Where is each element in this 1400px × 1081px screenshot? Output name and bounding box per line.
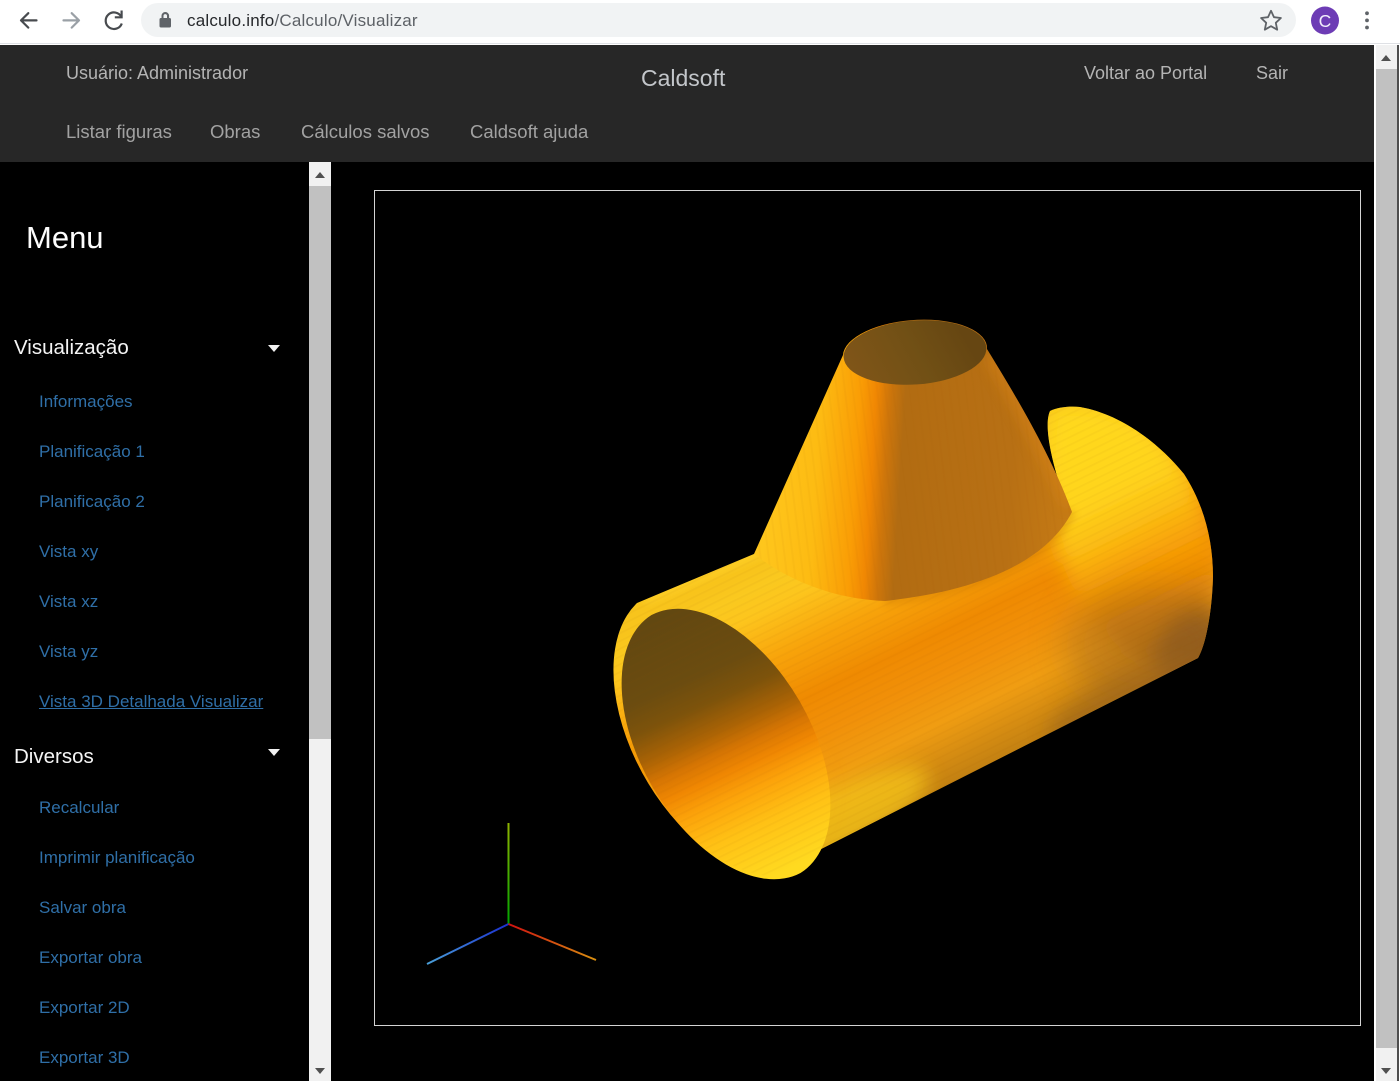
svg-text:C: C: [1319, 11, 1332, 31]
